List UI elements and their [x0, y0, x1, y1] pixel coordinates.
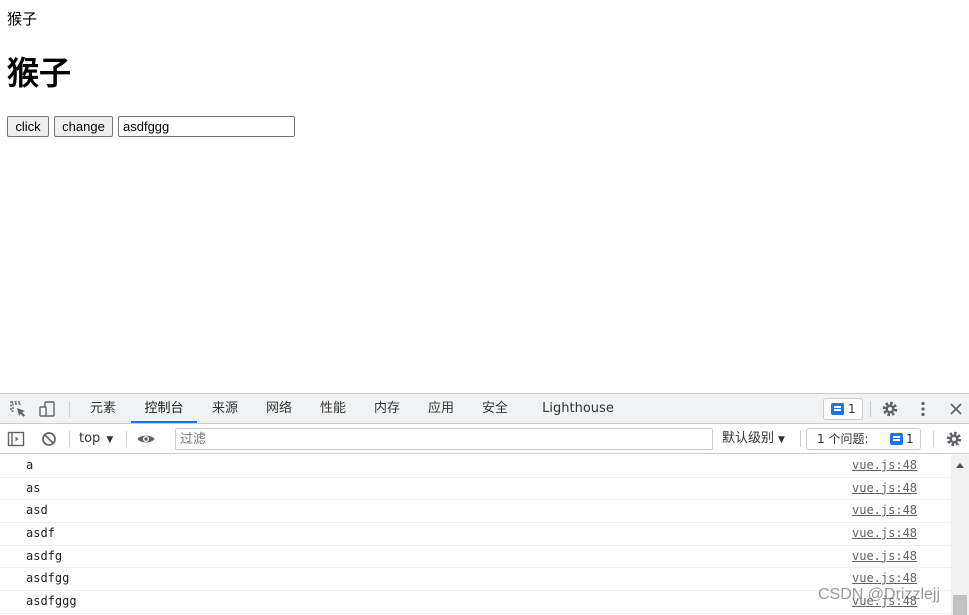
console-settings-gear-icon[interactable]	[944, 429, 964, 449]
console-message-text: asdfg	[26, 548, 63, 563]
devtools-tabbar: 元素 控制台 来源 网络 性能 内存 应用 安全 Lighthouse 1	[0, 394, 969, 424]
console-message-text: a	[26, 458, 34, 472]
divider	[69, 431, 70, 447]
console-source-link[interactable]: vue.js:48	[852, 457, 917, 473]
console-source-link[interactable]: vue.js:48	[852, 570, 917, 586]
close-icon[interactable]	[946, 399, 966, 419]
tab-security[interactable]: 安全	[475, 394, 515, 423]
divider	[69, 401, 70, 417]
console-message-text: asdfgg	[26, 571, 70, 586]
tab-lighthouse[interactable]: Lighthouse	[538, 394, 618, 423]
text-input[interactable]	[118, 116, 295, 137]
console-message-row: asdfgg vue.js:48	[0, 568, 954, 592]
scroll-up-arrow-icon[interactable]	[956, 463, 964, 468]
dropdown-caret-icon: ▼	[106, 435, 114, 445]
settings-gear-icon[interactable]	[880, 399, 900, 419]
console-message-row: asdfggg vue.js:48	[0, 591, 954, 614]
device-toolbar-icon[interactable]	[38, 399, 58, 419]
console-message-text: asd	[26, 503, 48, 518]
page-text: 猴子	[7, 10, 38, 28]
change-button[interactable]: change	[54, 116, 113, 137]
divider	[800, 431, 801, 447]
console-message-row: a vue.js:48	[0, 455, 954, 478]
console-source-link[interactable]: vue.js:48	[852, 548, 917, 564]
tab-memory[interactable]: 内存	[367, 394, 407, 423]
tab-sources[interactable]: 来源	[205, 394, 245, 423]
context-selector[interactable]: top ▼	[79, 430, 113, 449]
inspect-element-icon[interactable]	[8, 399, 28, 419]
more-options-icon[interactable]	[913, 399, 933, 419]
tab-application[interactable]: 应用	[421, 394, 461, 423]
divider	[933, 431, 934, 447]
console-message-row: as vue.js:48	[0, 478, 954, 501]
context-value: top	[79, 431, 101, 446]
console-log-list: a vue.js:48 as vue.js:48 asd vue.js:48 a…	[0, 455, 954, 615]
log-level-value: 默认级别	[722, 431, 775, 446]
console-message-row: asdfg vue.js:48	[0, 546, 954, 569]
log-level-selector[interactable]: 默认级别 ▼	[722, 430, 785, 449]
console-source-link[interactable]: vue.js:48	[852, 502, 917, 518]
devtools-panel: 元素 控制台 来源 网络 性能 内存 应用 安全 Lighthouse 1 to…	[0, 393, 969, 615]
issues-count-button[interactable]: 1 个问题: 1	[806, 428, 921, 450]
console-scrollbar[interactable]	[951, 455, 969, 615]
issues-badge-count: 1	[848, 402, 856, 416]
tab-performance[interactable]: 性能	[313, 394, 353, 423]
issues-count-label: 1 个问题:	[817, 432, 869, 446]
dropdown-caret-icon: ▼	[778, 435, 785, 445]
scrollbar-thumb[interactable]	[953, 595, 967, 615]
issue-icon	[831, 403, 844, 415]
console-source-link[interactable]: vue.js:48	[852, 525, 917, 541]
page-content: 猴子 猴子 click change	[0, 0, 969, 393]
watermark: CSDN @Drizzlejj	[818, 586, 941, 603]
page-heading: 猴子	[7, 54, 72, 92]
divider	[870, 401, 871, 417]
tab-elements[interactable]: 元素	[83, 394, 123, 423]
console-message-row: asd vue.js:48	[0, 500, 954, 524]
console-source-link[interactable]: vue.js:48	[852, 480, 917, 496]
tab-console[interactable]: 控制台	[131, 394, 197, 423]
click-button[interactable]: click	[7, 116, 49, 137]
divider	[126, 431, 127, 447]
console-toolbar: top▼ 默认级别▼ 1 个问题: 1	[0, 424, 969, 454]
live-expression-eye-icon[interactable]	[136, 429, 156, 449]
console-message-text: as	[26, 480, 41, 495]
sidebar-toggle-icon[interactable]	[6, 429, 26, 449]
issues-badge[interactable]: 1	[823, 398, 863, 420]
console-message-row: asdf vue.js:48	[0, 523, 954, 546]
console-message-text: asdf	[26, 526, 55, 541]
console-filter-input[interactable]	[175, 428, 713, 450]
console-message-text: asdfggg	[26, 594, 77, 609]
issue-icon	[890, 433, 903, 445]
tab-network[interactable]: 网络	[259, 394, 299, 423]
clear-console-icon[interactable]	[39, 429, 59, 449]
issues-count-number: 1	[906, 432, 914, 446]
